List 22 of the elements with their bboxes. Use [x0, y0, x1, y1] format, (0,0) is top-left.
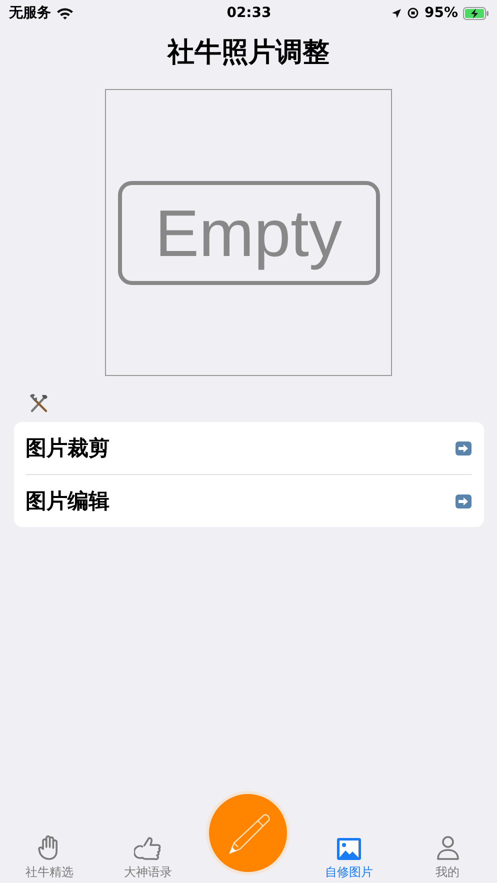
tab-item[interactable]: 自修图片 — [309, 837, 390, 883]
battery-percent: 95% — [424, 5, 458, 21]
carrier-text: 无服务 — [9, 4, 51, 22]
thumbs-up-icon — [134, 835, 162, 861]
menu-item[interactable]: 图片编辑 — [26, 474, 472, 527]
image-icon — [336, 837, 362, 861]
battery-charging-icon — [462, 6, 489, 20]
arrow-right-icon — [454, 494, 472, 508]
wifi-icon — [56, 6, 74, 20]
tab-item[interactable]: 社牛精选 — [9, 835, 90, 883]
menu-item[interactable]: 图片裁剪 — [26, 422, 472, 474]
person-icon — [436, 835, 460, 861]
hammer-wrench-icon — [28, 392, 50, 414]
rotation-lock-icon — [407, 7, 420, 19]
arrow-right-icon — [454, 440, 472, 456]
image-preview[interactable]: Empty — [105, 89, 392, 376]
tab-item[interactable]: 大神语录 — [108, 835, 188, 883]
empty-placeholder: Empty — [118, 180, 380, 284]
location-arrow-icon — [391, 8, 402, 18]
page-title: 社牛照片调整 — [168, 36, 330, 70]
tab-item[interactable]: 我的 — [408, 835, 488, 883]
clock-time: 02:33 — [226, 5, 272, 21]
